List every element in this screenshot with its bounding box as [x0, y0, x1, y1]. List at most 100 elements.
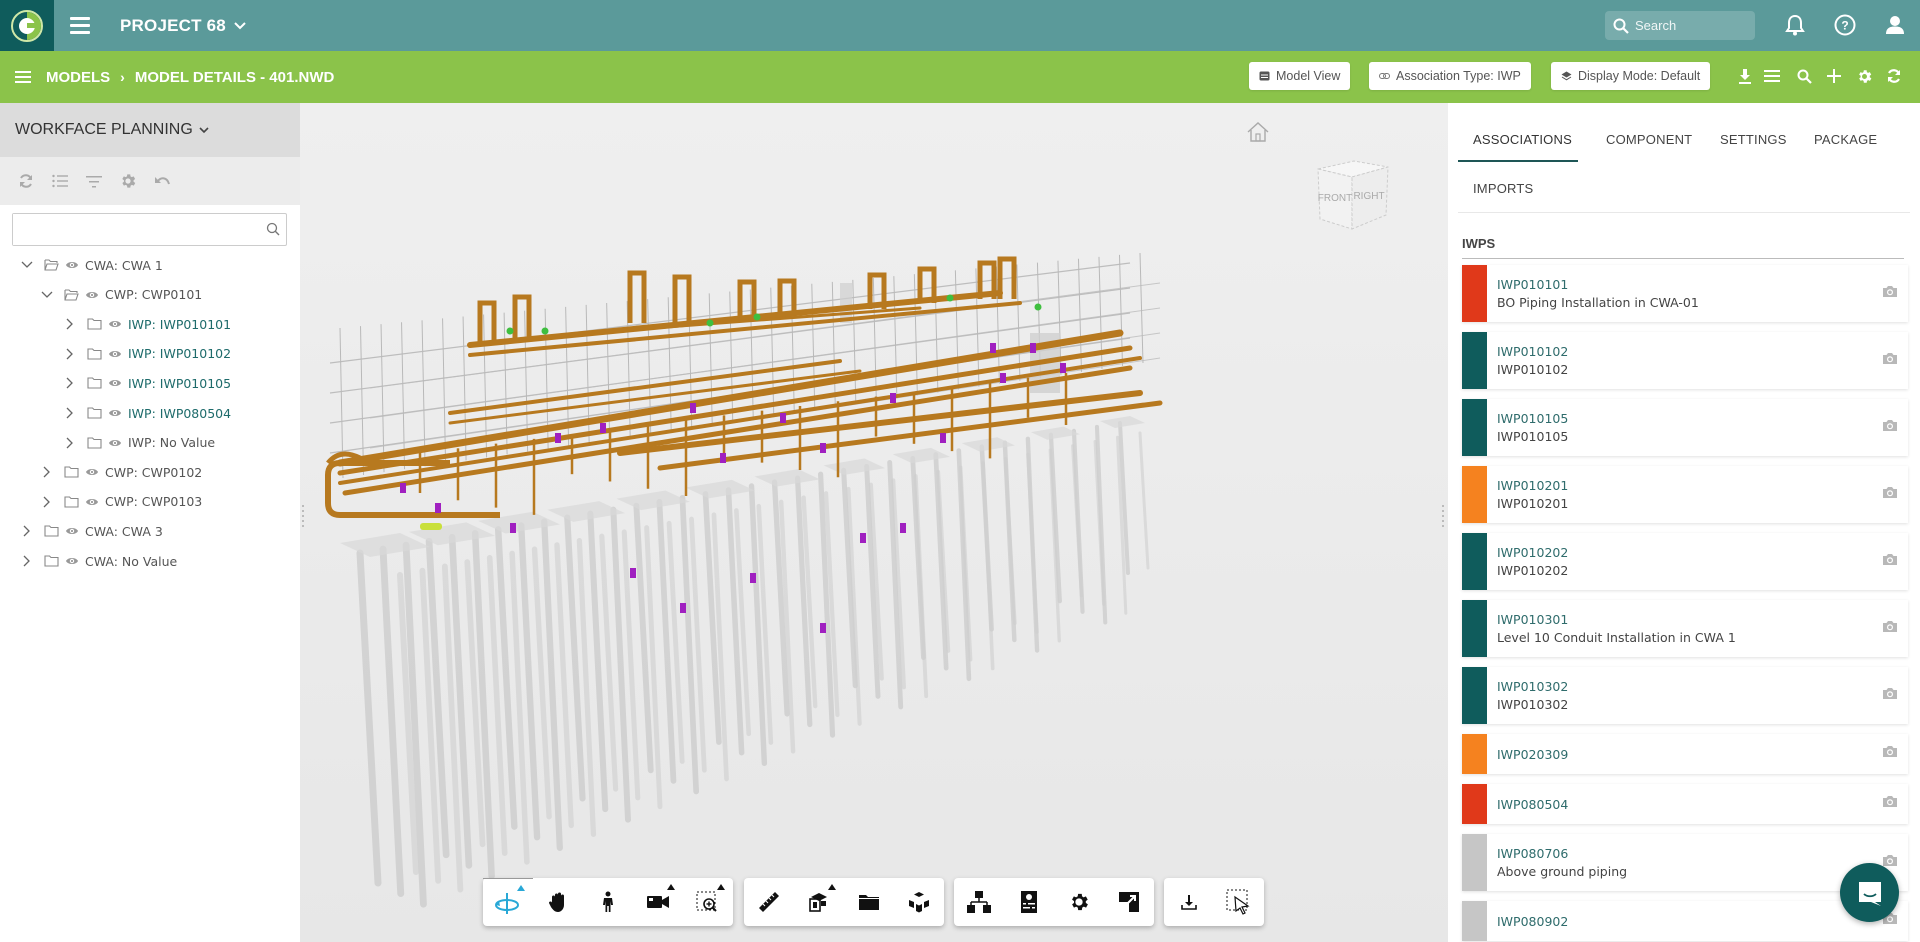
camera-icon[interactable] [1882, 795, 1898, 813]
tab-package[interactable]: PACKAGE [1814, 132, 1877, 147]
camera-icon[interactable] [1882, 419, 1898, 437]
eye-icon[interactable] [108, 349, 122, 359]
folder-button[interactable] [844, 878, 894, 926]
chevron-right-icon[interactable] [63, 318, 77, 330]
eye-icon[interactable] [108, 319, 122, 329]
eye-icon[interactable] [65, 526, 79, 536]
chevron-down-icon[interactable] [20, 261, 34, 269]
tree-node[interactable]: IWP: IWP080504 [63, 401, 231, 425]
camera-icon[interactable] [1882, 352, 1898, 370]
tree-node[interactable]: IWP: No Value [63, 431, 215, 455]
eye-icon[interactable] [85, 290, 99, 300]
home-view-icon[interactable] [1246, 121, 1270, 148]
camera-icon[interactable] [1882, 285, 1898, 303]
eye-icon[interactable] [108, 438, 122, 448]
display-mode-button[interactable]: Display Mode: Default [1551, 62, 1711, 90]
viewcube-front-label[interactable]: FRONT [1318, 193, 1352, 204]
chevron-right-icon[interactable] [63, 407, 77, 419]
chevron-right-icon[interactable] [63, 377, 77, 389]
tree-node[interactable]: CWP: CWP0101 [40, 283, 202, 307]
chevron-right-icon[interactable] [40, 466, 54, 478]
iwp-card[interactable]: IWP080504 [1462, 784, 1908, 824]
fullscreen-button[interactable] [1104, 878, 1154, 926]
right-splitter-handle[interactable] [1441, 503, 1445, 533]
chat-button[interactable] [1840, 863, 1899, 922]
tab-associations[interactable]: ASSOCIATIONS [1473, 132, 1572, 147]
eye-icon[interactable] [108, 378, 122, 388]
eye-icon[interactable] [85, 467, 99, 477]
iwp-card[interactable]: IWP010102 IWP010102 [1462, 332, 1908, 389]
camera-icon[interactable] [1882, 486, 1898, 504]
properties-button[interactable] [1004, 878, 1054, 926]
model-canvas[interactable] [300, 103, 1448, 942]
settings-gear-button[interactable] [1054, 878, 1104, 926]
help-icon[interactable]: ? [1833, 13, 1857, 37]
chevron-right-icon[interactable] [40, 496, 54, 508]
bell-icon[interactable] [1783, 13, 1807, 37]
main-menu-button[interactable] [70, 6, 100, 46]
tree-node[interactable]: IWP: IWP010102 [63, 342, 231, 366]
model-view-button[interactable]: Model View [1249, 62, 1351, 90]
list-icon[interactable] [50, 171, 70, 191]
tree-search-input[interactable] [13, 214, 253, 245]
tab-settings[interactable]: SETTINGS [1720, 132, 1787, 147]
gear-icon[interactable] [118, 171, 138, 191]
iwp-card[interactable]: IWP080902 [1462, 901, 1908, 941]
iwp-card[interactable]: IWP010202 IWP010202 [1462, 533, 1908, 590]
caret-up-icon[interactable] [517, 885, 525, 891]
chevron-right-icon[interactable] [20, 525, 34, 537]
download-icon[interactable] [1735, 66, 1755, 86]
tree-node[interactable]: IWP: IWP010105 [63, 371, 231, 395]
tree-node[interactable]: CWA: CWA 1 [20, 253, 163, 277]
chevron-right-icon[interactable] [63, 348, 77, 360]
gear-icon[interactable] [1854, 66, 1874, 86]
list-icon[interactable] [1762, 66, 1782, 86]
explode-cubes-button[interactable] [894, 878, 944, 926]
viewcube-right-label[interactable]: RIGHT [1353, 191, 1384, 202]
tab-component[interactable]: COMPONENT [1606, 132, 1692, 147]
refresh-icon[interactable] [16, 171, 36, 191]
pan-hand-button[interactable] [533, 878, 583, 926]
filter-icon[interactable] [84, 171, 104, 191]
user-icon[interactable] [1883, 13, 1907, 37]
chevron-down-icon[interactable] [40, 291, 54, 299]
camera-icon[interactable] [1882, 553, 1898, 571]
zoom-window-button[interactable] [683, 878, 733, 926]
eye-icon[interactable] [108, 408, 122, 418]
iwp-card[interactable]: IWP010105 IWP010105 [1462, 399, 1908, 456]
tree-node[interactable]: CWP: CWP0102 [40, 460, 202, 484]
chevron-right-icon[interactable] [63, 437, 77, 449]
model-viewer-3d[interactable]: FRONT RIGHT [300, 103, 1448, 942]
walk-person-button[interactable] [583, 878, 633, 926]
eye-icon[interactable] [65, 556, 79, 566]
camera-button[interactable] [633, 878, 683, 926]
left-splitter-handle[interactable] [301, 503, 305, 533]
model-tree-button[interactable] [954, 878, 1004, 926]
plus-icon[interactable] [1824, 66, 1844, 86]
select-window-button[interactable] [1214, 878, 1264, 926]
view-cube[interactable]: FRONT RIGHT [1312, 153, 1392, 238]
app-logo[interactable] [0, 0, 54, 51]
iwp-card[interactable]: IWP010302 IWP010302 [1462, 667, 1908, 724]
tree-node[interactable]: CWA: CWA 3 [20, 519, 163, 543]
undo-icon[interactable] [152, 171, 172, 191]
breadcrumb-models[interactable]: MODELS [46, 69, 110, 86]
global-search[interactable] [1605, 11, 1755, 40]
caret-up-icon[interactable] [828, 884, 836, 890]
eye-icon[interactable] [85, 497, 99, 507]
iwp-card[interactable]: IWP010101 BO Piping Installation in CWA-0… [1462, 265, 1908, 322]
orbit-button[interactable] [483, 878, 533, 926]
caret-up-icon[interactable] [667, 884, 675, 890]
project-selector[interactable]: PROJECT 68 [120, 16, 246, 36]
search-icon[interactable] [1794, 66, 1814, 86]
tree-node[interactable]: CWA: No Value [20, 549, 177, 573]
measure-ruler-button[interactable] [744, 878, 794, 926]
camera-icon[interactable] [1882, 745, 1898, 763]
workface-planning-dropdown[interactable]: WORKFACE PLANNING [0, 103, 300, 157]
tree-node[interactable]: CWP: CWP0103 [40, 490, 202, 514]
section-box-button[interactable] [794, 878, 844, 926]
download-button[interactable] [1164, 878, 1214, 926]
chevron-right-icon[interactable] [20, 555, 34, 567]
association-type-button[interactable]: Association Type: IWP [1369, 62, 1531, 90]
tree-node[interactable]: IWP: IWP010101 [63, 312, 231, 336]
